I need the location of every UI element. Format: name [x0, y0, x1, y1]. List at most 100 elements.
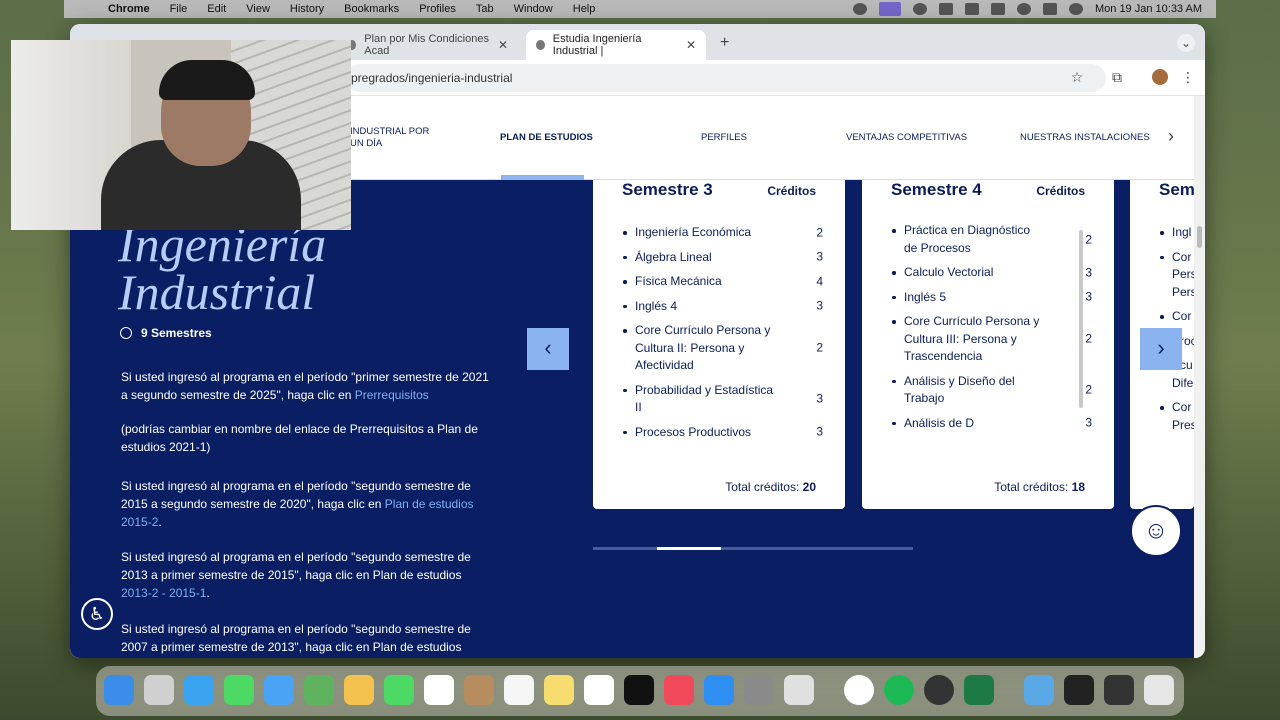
close-icon[interactable]: ✕	[686, 38, 696, 52]
more-menu-icon[interactable]: ⋮	[1180, 69, 1196, 85]
reminders-icon[interactable]	[504, 675, 534, 705]
semester-card: Semestre 4 Créditos Práctica en Diagnóst…	[862, 180, 1114, 509]
nav-ventajas-competitivas[interactable]: VENTAJAS COMPETITIVAS	[846, 132, 967, 143]
address-bar[interactable]: pregrados/ingenieria-industrial	[346, 64, 1106, 92]
accessibility-icon[interactable]: ♿	[81, 598, 113, 630]
folder-icon[interactable]	[1024, 675, 1054, 705]
freeform-icon[interactable]	[584, 675, 614, 705]
carousel-prev-button[interactable]: ‹	[527, 328, 569, 370]
bookmark-star-icon[interactable]: ☆	[1069, 69, 1085, 85]
menu-bookmarks[interactable]: Bookmarks	[344, 3, 399, 15]
course-item: Ingeniería Económica 2	[623, 224, 823, 242]
menu-app-chrome[interactable]: Chrome	[108, 3, 150, 15]
menu-edit[interactable]: Edit	[207, 3, 226, 15]
nav-nuestras-instalaciones[interactable]: NUESTRAS INSTALACIONES	[1020, 132, 1150, 143]
chrome-icon[interactable]	[844, 675, 874, 705]
link-plan-2013-2[interactable]: 2013-2 - 2015-1	[121, 586, 206, 600]
excel-icon[interactable]	[964, 675, 994, 705]
scrollbar-thumb[interactable]	[1197, 226, 1202, 248]
carousel-progress[interactable]	[593, 547, 913, 550]
chevron-down-icon[interactable]: ⌄	[1177, 34, 1195, 52]
menu-file[interactable]: File	[170, 3, 188, 15]
course-credits: 3	[816, 249, 823, 264]
course-name: Core Currículo Persona y Cultura II: Per…	[635, 323, 771, 372]
trash-icon[interactable]	[1144, 675, 1174, 705]
status-app-icon[interactable]	[852, 3, 867, 15]
menu-history[interactable]: History	[290, 3, 324, 15]
course-list: Ingeniería Económica 2 Álgebra Lineal 3 Fí…	[623, 224, 823, 448]
screenshot-thumb-icon[interactable]	[1064, 675, 1094, 705]
nav-industrial-por-un-dia[interactable]: INDUSTRIAL POR UN DÍA	[350, 126, 440, 150]
menu-window[interactable]: Window	[514, 3, 553, 15]
tab-ingenieria-industrial[interactable]: Estudia Ingeniería Industrial | ✕	[526, 30, 706, 60]
page-scrollbar[interactable]	[1194, 96, 1205, 658]
course-item: Análisis de D 3	[892, 415, 1092, 433]
messages-icon[interactable]	[224, 675, 254, 705]
course-name: Inglés 5	[904, 289, 947, 304]
paragraph-2013: Si usted ingresó al programa en el perío…	[121, 548, 491, 602]
course-name: Calculo Vectorial	[904, 265, 994, 279]
webcam-overlay	[11, 40, 351, 230]
search-icon[interactable]	[1016, 3, 1031, 15]
menu-clock[interactable]: Mon 19 Jan 10:33 AM	[1095, 3, 1202, 15]
notes-icon[interactable]	[544, 675, 574, 705]
wifi-icon[interactable]	[990, 3, 1005, 15]
screen-record-icon[interactable]	[878, 2, 901, 16]
course-credits: 2	[1085, 382, 1092, 397]
launchpad-icon[interactable]	[144, 675, 174, 705]
iphone-mirroring-icon[interactable]	[784, 675, 814, 705]
finder-icon[interactable]	[104, 675, 134, 705]
play-icon[interactable]	[912, 3, 927, 15]
new-tab-icon[interactable]: +	[720, 34, 729, 52]
menu-tab[interactable]: Tab	[476, 3, 494, 15]
battery-icon[interactable]	[964, 3, 979, 15]
contacts-icon[interactable]	[464, 675, 494, 705]
obs-icon[interactable]	[924, 675, 954, 705]
profile-avatar[interactable]	[1152, 69, 1168, 85]
menu-help[interactable]: Help	[573, 3, 596, 15]
calendar-icon[interactable]	[424, 675, 454, 705]
siri-icon[interactable]	[1068, 3, 1083, 15]
course-item: Calculo Vectorial 3	[892, 264, 1092, 282]
app-store-icon[interactable]	[704, 675, 734, 705]
course-list[interactable]: Práctica en Diagnóstico de Procesos 2 Cal…	[892, 222, 1092, 454]
carousel-next-button[interactable]: ›	[1140, 328, 1182, 370]
spotify-icon[interactable]	[884, 675, 914, 705]
course-credits: 3	[816, 298, 823, 313]
control-center-icon[interactable]	[1042, 3, 1057, 15]
safari-icon[interactable]	[184, 675, 214, 705]
music-icon[interactable]	[664, 675, 694, 705]
maps-icon[interactable]	[304, 675, 334, 705]
facetime-icon[interactable]	[384, 675, 414, 705]
course-credits: 3	[816, 424, 823, 439]
tab-plan-condiciones[interactable]: Plan por Mis Condiciones Acad ✕	[338, 30, 518, 60]
photos-icon[interactable]	[344, 675, 374, 705]
chevron-right-icon[interactable]: ›	[1168, 126, 1174, 147]
credits-header: Créditos	[1036, 184, 1085, 198]
card-scrollbar[interactable]	[1079, 230, 1083, 408]
total-label: Total créditos:	[994, 480, 1069, 494]
course-name: Física Mecánica	[635, 274, 722, 288]
course-credits: 3	[1085, 265, 1092, 279]
total-label: Total créditos:	[725, 480, 800, 494]
nav-perfiles[interactable]: PERFILES	[701, 132, 747, 143]
system-settings-icon[interactable]	[744, 675, 774, 705]
link-prerrequisitos[interactable]: Prerrequisitos	[355, 388, 429, 402]
extensions-icon[interactable]: ⧉	[1109, 69, 1125, 85]
menu-view[interactable]: View	[246, 3, 270, 15]
menu-profiles[interactable]: Profiles	[419, 3, 456, 15]
semester-card: Semestre 3 Créditos Ingeniería Económica…	[593, 180, 845, 509]
nav-plan-de-estudios[interactable]: PLAN DE ESTUDIOS	[500, 132, 593, 143]
course-name: Cor Pers Pers	[1172, 249, 1194, 299]
apple-icon[interactable]	[80, 3, 92, 15]
course-name: Core Currículo Persona y Cultura III: Pe…	[904, 314, 1040, 363]
apple-tv-icon[interactable]	[624, 675, 654, 705]
antenna-icon[interactable]	[938, 3, 953, 15]
mail-icon[interactable]	[264, 675, 294, 705]
paragraph-2015: Si usted ingresó al programa en el perío…	[121, 477, 491, 531]
screenshot-thumb-icon[interactable]	[1104, 675, 1134, 705]
paragraph-text: Si usted ingresó al programa en el perío…	[121, 550, 471, 582]
close-icon[interactable]: ✕	[498, 38, 508, 52]
course-name: Procesos Productivos	[635, 424, 752, 439]
chat-assistant-icon[interactable]: ☺	[1130, 505, 1182, 557]
